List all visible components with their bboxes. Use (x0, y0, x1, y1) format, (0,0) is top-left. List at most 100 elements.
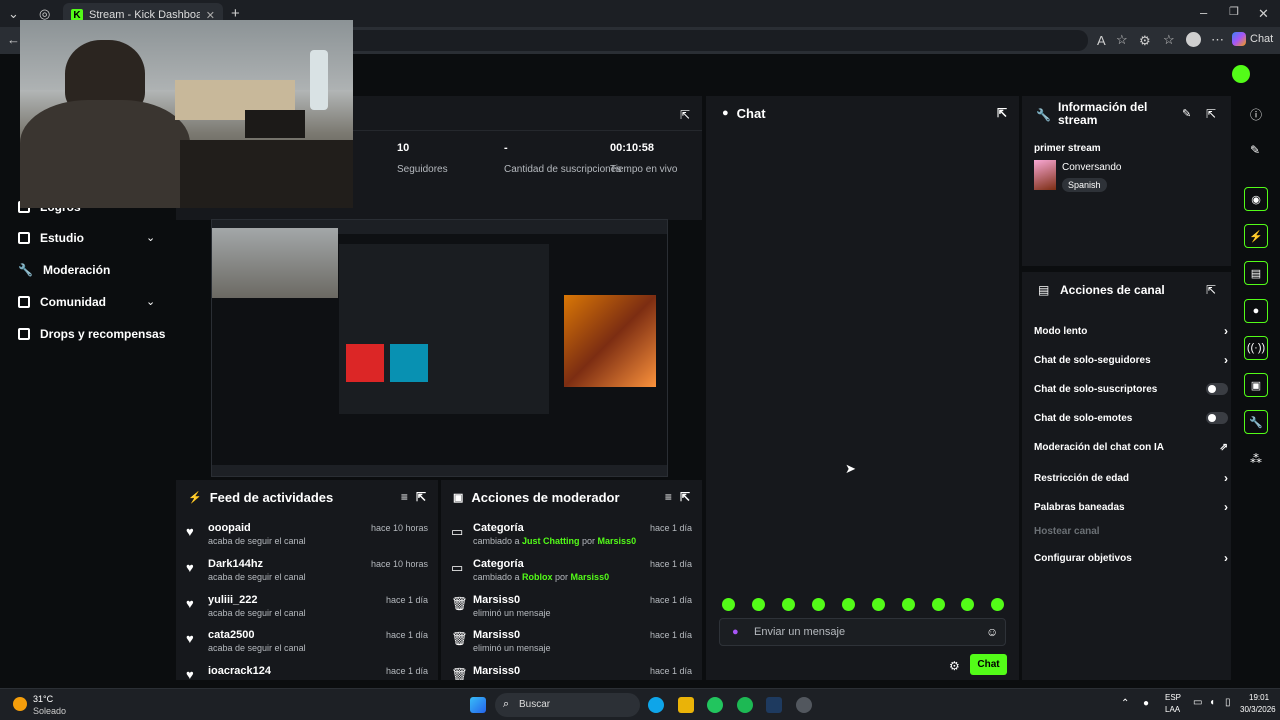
feed-username[interactable]: ooopaid (208, 522, 251, 534)
subscribers-only-toggle[interactable] (1206, 383, 1228, 395)
filter-icon[interactable]: ≡ (401, 490, 408, 504)
emote-icon[interactable] (812, 598, 825, 611)
copilot-label: Chat (1250, 33, 1274, 45)
emote-icon[interactable] (722, 598, 735, 611)
add-widget-icon[interactable]: ⁂ (1250, 452, 1262, 466)
channel-actions-panel: ▤ Acciones de canal ⇱ Modo lento › Chat … (1022, 272, 1231, 680)
feed-username[interactable]: Dark144hz (208, 558, 263, 570)
channel-action-slow-mode[interactable]: Modo lento › (1034, 324, 1228, 338)
taskbar-search[interactable]: ⌕ Buscar (495, 693, 640, 717)
emote-icon[interactable] (932, 598, 945, 611)
profile-avatar-icon[interactable] (1186, 32, 1201, 47)
workspaces-icon[interactable]: ◎ (39, 7, 50, 20)
emote-icon[interactable] (991, 598, 1004, 611)
language-bottom[interactable]: LAA (1165, 705, 1180, 714)
language-top[interactable]: ESP (1165, 693, 1181, 702)
edit-pencil-icon[interactable]: ✎ (1250, 143, 1260, 157)
more-menu-icon[interactable]: ⋯ (1211, 33, 1224, 46)
notes-widget-button[interactable]: ▤ (1244, 261, 1268, 285)
maximize-icon[interactable]: ❐ (1229, 7, 1239, 18)
sidebar-item-comunidad[interactable]: Comunidad (18, 295, 106, 309)
feed-username[interactable]: ioacrack124 (208, 665, 271, 677)
edit-pencil-icon[interactable]: ✎ (1182, 107, 1191, 120)
sidebar-item-estudio[interactable]: Estudio (18, 231, 84, 245)
kick-logo-icon[interactable] (1232, 65, 1250, 83)
channel-action-emotes-only[interactable]: Chat de solo-emotes (1034, 412, 1228, 424)
favorite-star-icon[interactable]: ☆ (1116, 33, 1128, 46)
feed-username[interactable]: cata2500 (208, 629, 255, 641)
file-explorer-icon[interactable] (678, 697, 694, 713)
system-tray-chevron-icon[interactable]: ⌃ (1121, 698, 1129, 709)
mod-action-title[interactable]: Marsiss0 (473, 629, 520, 641)
emote-icon[interactable] (961, 598, 974, 611)
emote-icon[interactable] (842, 598, 855, 611)
channel-action-followers-only[interactable]: Chat de solo-seguidores › (1034, 353, 1228, 367)
popout-icon[interactable]: ⇱ (1206, 107, 1216, 121)
emote-icon[interactable] (752, 598, 765, 611)
channel-action-subscribers-only[interactable]: Chat de solo-suscriptores (1034, 383, 1228, 395)
microphone-icon[interactable]: ● (732, 626, 739, 638)
send-chat-button[interactable]: Chat (970, 654, 1007, 675)
tab-list-icon[interactable]: ⌄ (8, 7, 19, 20)
emote-icon[interactable] (782, 598, 795, 611)
minimize-icon[interactable]: – (1200, 6, 1207, 19)
weather-sun-icon[interactable] (13, 697, 27, 711)
emote-icon[interactable] (872, 598, 885, 611)
popout-icon[interactable]: ⇱ (680, 490, 690, 504)
whatsapp-icon[interactable] (707, 697, 723, 713)
stream-category[interactable]: Conversando (1062, 162, 1121, 173)
popout-icon[interactable]: ⇱ (997, 106, 1007, 120)
spotify-icon[interactable] (737, 697, 753, 713)
emoji-icon[interactable]: ☺ (986, 625, 998, 639)
extensions-icon[interactable]: ⚙ (1139, 34, 1151, 47)
clock-date[interactable]: 30/3/2026 (1240, 705, 1276, 714)
channel-action-ai-moderation[interactable]: Moderación del chat con IA ⇗ (1034, 442, 1228, 453)
webcam-overlay[interactable] (20, 20, 353, 208)
new-tab-icon[interactable]: + (231, 6, 240, 21)
feed-action: acaba de seguir el canal (208, 608, 306, 618)
read-aloud-icon[interactable]: A (1097, 34, 1106, 47)
sidebar-item-moderacion[interactable]: 🔧 Moderación (18, 263, 110, 277)
steam-icon[interactable] (766, 697, 782, 713)
emote-icon[interactable] (902, 598, 915, 611)
channel-action-age-restriction[interactable]: Restricción de edad › (1034, 471, 1228, 485)
chat-input[interactable]: ● Enviar un mensaje ☺ (719, 618, 1006, 646)
back-icon[interactable]: ← (7, 33, 20, 46)
favorites-icon[interactable]: ☆ (1163, 33, 1175, 46)
heart-icon: ♥ (186, 596, 194, 611)
mod-action-title[interactable]: Marsiss0 (473, 665, 520, 677)
edge-browser-icon[interactable] (648, 697, 664, 713)
sidebar-item-drops[interactable]: Drops y recompensas (18, 327, 165, 341)
broadcast-widget-button[interactable]: ((·)) (1244, 336, 1268, 360)
mod-action-title[interactable]: Marsiss0 (473, 594, 520, 606)
popout-icon[interactable]: ⇱ (416, 490, 426, 504)
gift-icon (18, 328, 30, 340)
camera-widget-button[interactable]: ◉ (1244, 187, 1268, 211)
obs-icon[interactable] (796, 697, 812, 713)
category-thumbnail (1034, 160, 1056, 190)
mod-actions-widget-button[interactable]: ▣ (1244, 373, 1268, 397)
channel-action-goals[interactable]: Configurar objetivos › (1034, 551, 1228, 565)
chat-widget-button[interactable]: ● (1244, 299, 1268, 323)
external-link-icon: ⇗ (1219, 442, 1228, 453)
chevron-down-icon[interactable]: ⌄ (146, 231, 155, 244)
feed-username[interactable]: yuliii_222 (208, 594, 258, 606)
stream-preview[interactable] (211, 219, 668, 477)
volume-icon[interactable]: ◖ (1209, 697, 1215, 708)
clock-time[interactable]: 19:01 (1249, 693, 1269, 702)
popout-icon[interactable]: ⇱ (1206, 283, 1216, 297)
window-close-icon[interactable]: ✕ (1258, 7, 1269, 20)
emotes-only-toggle[interactable] (1206, 412, 1228, 424)
info-icon[interactable]: ⓘ (1250, 106, 1262, 123)
bolt-widget-button[interactable]: ⚡ (1244, 224, 1268, 248)
gear-icon[interactable]: ⚙ (949, 659, 960, 673)
copilot-button[interactable]: Chat (1232, 32, 1273, 46)
start-windows-icon[interactable] (470, 697, 486, 713)
chevron-down-icon[interactable]: ⌄ (146, 295, 155, 308)
network-icon[interactable]: ▭ (1193, 697, 1202, 708)
filter-icon[interactable]: ≡ (665, 490, 672, 504)
stream-info-widget-button[interactable]: 🔧 (1244, 410, 1268, 434)
channel-action-banned-words[interactable]: Palabras baneadas › (1034, 500, 1228, 514)
battery-icon[interactable]: ▯ (1225, 697, 1231, 708)
popout-icon[interactable]: ⇱ (680, 108, 690, 122)
